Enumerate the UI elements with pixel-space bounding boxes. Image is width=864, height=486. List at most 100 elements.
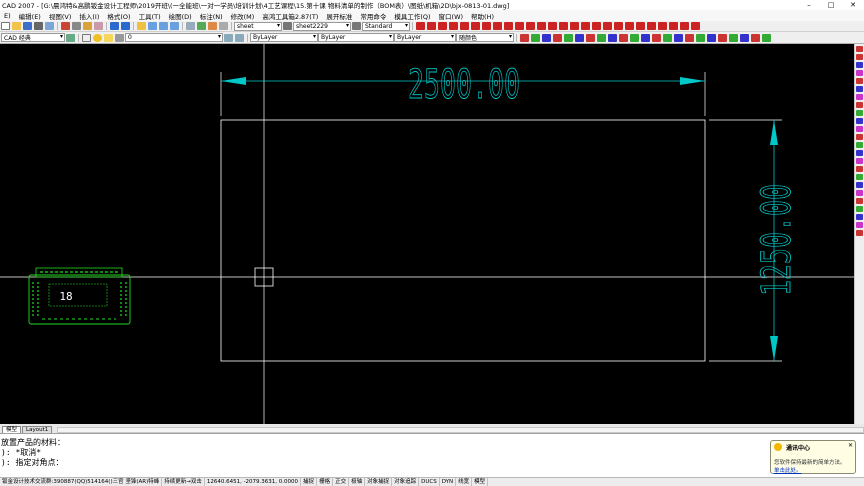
- side-tool-4-icon[interactable]: [856, 70, 863, 76]
- side-tool-2-icon[interactable]: [856, 54, 863, 60]
- copy-icon[interactable]: [72, 22, 81, 30]
- custom-tool-24-icon[interactable]: [669, 22, 678, 30]
- quick-tool-20-icon[interactable]: [729, 33, 738, 42]
- pan-icon[interactable]: [137, 22, 146, 30]
- toggle-grid[interactable]: 栅格: [317, 478, 334, 486]
- layer-previous-icon[interactable]: [235, 33, 244, 42]
- quick-tool-18-icon[interactable]: [707, 33, 716, 42]
- custom-tool-13-icon[interactable]: [548, 22, 557, 30]
- side-tool-20-icon[interactable]: [856, 198, 863, 204]
- paste-icon[interactable]: [83, 22, 92, 30]
- drawing-canvas[interactable]: 2500.00 1250.00 18: [0, 44, 854, 424]
- menu-insert[interactable]: 插入(I): [75, 11, 103, 21]
- custom-tool-7-icon[interactable]: [482, 22, 491, 30]
- menu-format[interactable]: 格式(O): [103, 11, 134, 21]
- minimize-button[interactable]: –: [798, 0, 820, 10]
- undo-icon[interactable]: [110, 22, 119, 30]
- quick-tool-15-icon[interactable]: [674, 33, 683, 42]
- quick-tool-21-icon[interactable]: [740, 33, 749, 42]
- menu-mold[interactable]: 模具工作(Q): [390, 11, 434, 21]
- quick-tool-13-icon[interactable]: [652, 33, 661, 42]
- quick-tool-23-icon[interactable]: [762, 33, 771, 42]
- side-tool-21-icon[interactable]: [856, 206, 863, 212]
- toggle-polar[interactable]: 极轴: [349, 478, 366, 486]
- custom-tool-14-icon[interactable]: [559, 22, 568, 30]
- quick-tool-17-icon[interactable]: [696, 33, 705, 42]
- menu-common[interactable]: 常用命令: [356, 11, 390, 21]
- custom-tool-17-icon[interactable]: [592, 22, 601, 30]
- zoom-window-icon[interactable]: [159, 22, 168, 30]
- zoom-previous-icon[interactable]: [170, 22, 179, 30]
- side-tool-13-icon[interactable]: [856, 142, 863, 148]
- quick-tool-6-icon[interactable]: [575, 33, 584, 42]
- custom-tool-6-icon[interactable]: [471, 22, 480, 30]
- toggle-snap[interactable]: 捕捉: [301, 478, 318, 486]
- quick-tool-14-icon[interactable]: [663, 33, 672, 42]
- match-properties-icon[interactable]: [94, 22, 103, 30]
- side-tool-24-icon[interactable]: [856, 230, 863, 236]
- redo-icon[interactable]: [121, 22, 130, 30]
- custom-tool-2-icon[interactable]: [427, 22, 436, 30]
- custom-tool-8-icon[interactable]: [493, 22, 502, 30]
- command-line[interactable]: 放置产品的材料： ): *取消* ): 指定对角点：: [0, 433, 864, 477]
- layer-lock-icon[interactable]: [115, 33, 124, 42]
- menu-view[interactable]: 视图(V): [45, 11, 76, 21]
- menu-dimension[interactable]: 标注(N): [196, 11, 227, 21]
- side-tool-12-icon[interactable]: [856, 134, 863, 140]
- linetype-select[interactable]: ByLayer: [318, 33, 394, 42]
- table-style-select[interactable]: Standard: [362, 21, 410, 31]
- side-tool-9-icon[interactable]: [856, 110, 863, 116]
- toggle-ortho[interactable]: 正交: [333, 478, 350, 486]
- workspace-settings-icon[interactable]: [66, 33, 75, 42]
- side-tool-23-icon[interactable]: [856, 222, 863, 228]
- menu-draw[interactable]: 绘图(D): [165, 11, 196, 21]
- layer-manager-icon[interactable]: [82, 33, 91, 42]
- maximize-button[interactable]: □: [820, 0, 842, 10]
- side-tool-17-icon[interactable]: [856, 174, 863, 180]
- zoom-realtime-icon[interactable]: [148, 22, 157, 30]
- quick-tool-7-icon[interactable]: [586, 33, 595, 42]
- side-tool-18-icon[interactable]: [856, 182, 863, 188]
- custom-tool-10-icon[interactable]: [515, 22, 524, 30]
- horizontal-dimension[interactable]: 2500.00: [220, 62, 706, 116]
- side-tool-11-icon[interactable]: [856, 126, 863, 132]
- tool-palettes-icon[interactable]: [208, 22, 217, 30]
- custom-tool-18-icon[interactable]: [603, 22, 612, 30]
- side-tool-8-icon[interactable]: [856, 102, 863, 108]
- properties-icon[interactable]: [186, 22, 195, 30]
- quick-tool-11-icon[interactable]: [630, 33, 639, 42]
- cut-icon[interactable]: [61, 22, 70, 30]
- menu-file[interactable]: E): [0, 12, 15, 20]
- quick-tool-3-icon[interactable]: [542, 33, 551, 42]
- custom-tool-4-icon[interactable]: [449, 22, 458, 30]
- custom-tool-9-icon[interactable]: [504, 22, 513, 30]
- tab-layout1[interactable]: Layout1: [22, 426, 53, 433]
- menu-toolbox[interactable]: 高鸿工具箱2.87(T): [258, 11, 322, 21]
- calculator-icon[interactable]: [219, 22, 228, 30]
- lineweight-select[interactable]: ByLayer: [394, 33, 456, 42]
- toggle-otrack[interactable]: 对象追踪: [392, 478, 420, 486]
- custom-tool-23-icon[interactable]: [658, 22, 667, 30]
- custom-tool-16-icon[interactable]: [581, 22, 590, 30]
- side-tool-7-icon[interactable]: [856, 94, 863, 100]
- custom-tool-19-icon[interactable]: [614, 22, 623, 30]
- layer-thaw-sun-icon[interactable]: [104, 33, 113, 42]
- quick-tool-8-icon[interactable]: [597, 33, 606, 42]
- custom-tool-20-icon[interactable]: [625, 22, 634, 30]
- toggle-ducs[interactable]: DUCS: [419, 478, 440, 486]
- design-center-icon[interactable]: [197, 22, 206, 30]
- tab-model[interactable]: 模型: [2, 426, 22, 433]
- custom-tool-1-icon[interactable]: [416, 22, 425, 30]
- close-button[interactable]: ✕: [842, 0, 864, 10]
- notification-link[interactable]: 单击此处。: [774, 466, 852, 474]
- custom-tool-26-icon[interactable]: [691, 22, 700, 30]
- quick-tool-9-icon[interactable]: [608, 33, 617, 42]
- custom-tool-11-icon[interactable]: [526, 22, 535, 30]
- text-style-select[interactable]: sheet: [234, 21, 282, 31]
- toggle-osnap[interactable]: 对象捕捉: [365, 478, 393, 486]
- custom-tool-5-icon[interactable]: [460, 22, 469, 30]
- custom-tool-25-icon[interactable]: [680, 22, 689, 30]
- toggle-model[interactable]: 模型: [472, 478, 489, 486]
- make-object-layer-current-icon[interactable]: [224, 33, 233, 42]
- quick-tool-12-icon[interactable]: [641, 33, 650, 42]
